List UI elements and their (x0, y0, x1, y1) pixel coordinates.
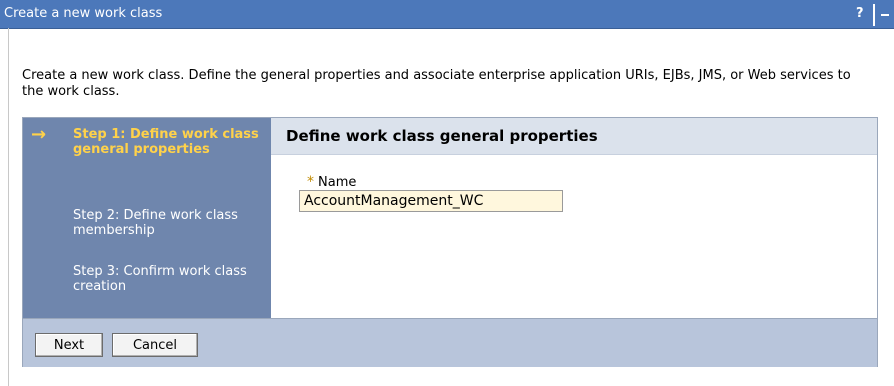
wizard-step-2: Step 2: Define work class membership (73, 208, 238, 238)
wizard-step-3: Step 3: Confirm work class creation (73, 264, 247, 294)
required-icon: * (307, 174, 314, 190)
wizard-step-1: Step 1: Define work class general proper… (73, 127, 259, 157)
wizard-panel: → Step 1: Define work class general prop… (22, 117, 878, 367)
minimize-icon[interactable] (873, 4, 894, 26)
content-header: Define work class general properties (271, 118, 877, 155)
help-icon[interactable]: ? (856, 6, 864, 21)
arrow-right-icon: → (31, 124, 47, 145)
name-label: Name (318, 175, 357, 190)
content-title: Define work class general properties (286, 127, 598, 145)
left-border (8, 28, 9, 386)
next-button[interactable]: Next (35, 333, 103, 357)
window-titlebar: Create a new work class ? (0, 0, 894, 29)
name-input[interactable] (299, 190, 563, 212)
cancel-button[interactable]: Cancel (112, 333, 198, 357)
wizard-footer: Next Cancel (23, 318, 877, 367)
intro-text: Create a new work class. Define the gene… (22, 68, 851, 99)
wizard-steps-panel: → Step 1: Define work class general prop… (23, 118, 271, 318)
wizard-content: Define work class general properties * N… (271, 118, 877, 318)
window-title: Create a new work class (4, 6, 163, 21)
